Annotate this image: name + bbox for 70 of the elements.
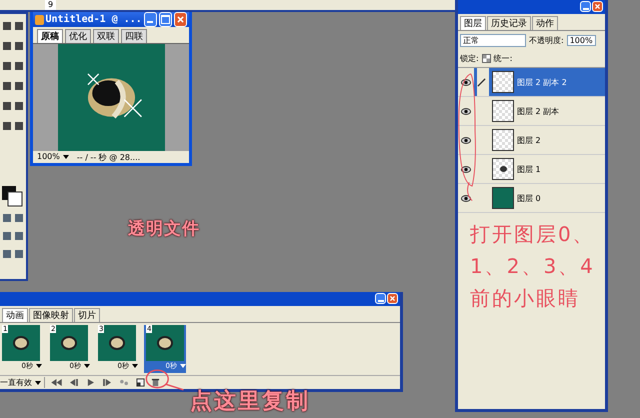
jewelry-icon [109,336,125,350]
layer-name: 图层 2 [517,134,541,146]
download-time-text: -- / -- 秒 @ 28.... [76,152,140,163]
copy-annotation: 点这里复制 [190,388,310,416]
view-tab[interactable]: 原稿 [37,29,63,43]
minimize-button[interactable] [144,12,157,27]
trash-icon[interactable] [151,378,160,387]
window-title: Untitled-1 @ ... [46,14,142,25]
minimize-button[interactable] [580,1,591,12]
jewelry-icon [13,336,29,350]
next-frame-button[interactable] [102,379,113,386]
duplicate-frame-icon[interactable] [136,378,145,387]
panel-tab[interactable]: 动画 [2,308,28,322]
eye-icon[interactable] [461,166,471,172]
layer-thumbnail [492,129,514,151]
close-button[interactable] [174,12,188,27]
layer-name: 图层 2 副本 [517,106,560,116]
jewelry-icon [157,336,173,350]
caret-icon[interactable] [62,154,69,159]
view-tab[interactable]: 四联 [121,29,147,43]
view-tab[interactable]: 双联 [93,29,119,43]
panel-tab[interactable]: 动作 [532,16,558,30]
close-button[interactable] [592,1,603,12]
layer-name: 图层 2 副本 2 [517,76,567,88]
unify-label: 统一: [494,53,512,64]
close-button[interactable] [387,293,398,304]
loop-dropdown[interactable]: 一直有效 [0,377,45,388]
previous-frame-button[interactable] [68,379,79,386]
panel-tab[interactable]: 图层 [460,16,486,30]
layer-name: 图层 1 [517,164,541,174]
layer-thumbnail [492,71,514,93]
caret-icon[interactable] [84,364,90,368]
zoom-dropdown[interactable]: 100% [37,152,69,163]
canvas-label: 透明文件 [128,218,200,240]
annotation-text: 前的小眼睛 [470,285,581,312]
eye-icon[interactable] [461,78,471,86]
brush-size-field[interactable]: 9 [45,0,56,10]
eye-icon[interactable] [461,136,471,144]
blend-mode-dropdown[interactable]: 正常 [460,34,526,47]
eye-icon[interactable] [461,108,471,114]
minimize-button[interactable] [375,293,386,304]
layer-row[interactable]: 图层 2 副本 2 [458,68,605,97]
play-button[interactable] [85,379,96,386]
brush-icon [477,78,486,86]
jewelry-icon [61,336,77,350]
lock-label: 锁定: [460,53,479,64]
first-frame-button[interactable] [51,379,62,386]
layer-thumbnail [492,158,514,180]
layer-row[interactable]: 图层 1 [458,155,605,184]
layer-row[interactable]: 图层 2 [458,126,605,155]
panel-tab[interactable]: 图像映射 [29,308,73,322]
layer-thumbnail [492,100,514,122]
view-tab[interactable]: 优化 [65,29,91,43]
opacity-field[interactable]: 100% [566,35,596,46]
app-icon [35,14,44,24]
annotation-text: 打开图层0、 [470,221,595,248]
caret-icon[interactable] [36,364,42,368]
lock-transparency-icon[interactable] [482,54,491,63]
eye-icon[interactable] [461,194,471,202]
layer-thumbnail [492,187,514,209]
panel-tab[interactable]: 历史记录 [487,16,531,30]
panel-tab[interactable]: 切片 [74,308,100,322]
layer-row[interactable]: 图层 2 副本 [458,97,605,126]
layer-row[interactable]: 图层 0 [458,184,605,213]
annotation-text: 1、2、3、4 [470,253,595,280]
maximize-button[interactable] [158,12,172,27]
caret-icon[interactable] [132,364,138,368]
caret-icon[interactable] [35,380,41,385]
opacity-label: 不透明度: [529,35,564,46]
layer-name: 图层 0 [517,192,541,204]
